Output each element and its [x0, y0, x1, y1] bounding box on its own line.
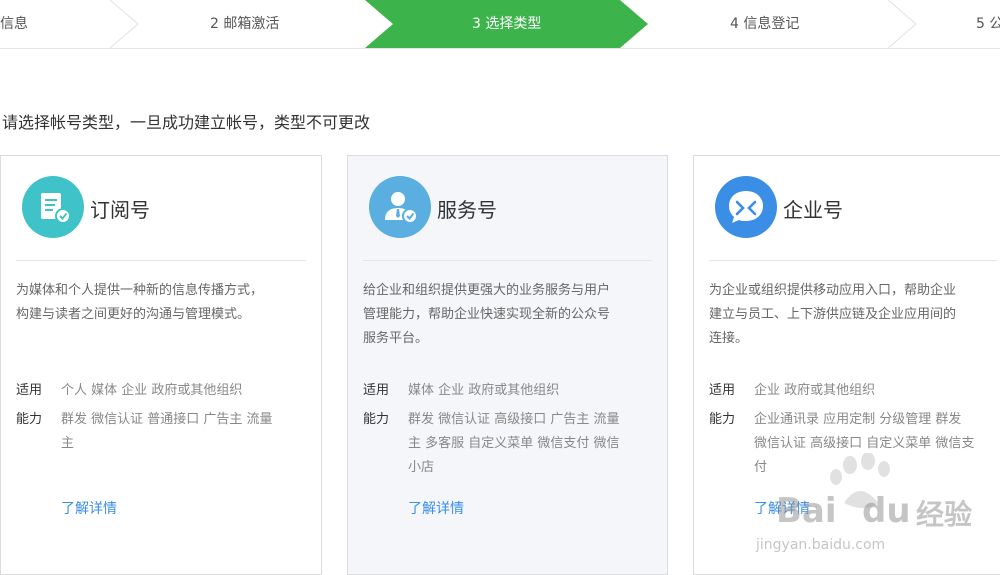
- card-description: 为企业或组织提供移动应用入口，帮助企业 建立与员工、上下游供应链及企业应用间的 …: [709, 279, 999, 351]
- step-1-info[interactable]: 信息: [0, 0, 28, 48]
- step-progress-bar: 信息 2 邮箱激活 3 选择类型 4 信息登记 5 公: [0, 0, 1000, 49]
- applicable-value: 个人 媒体 企业 政府或其他组织: [61, 383, 243, 398]
- description-line: 构建与读者之间更好的沟通与管理模式。: [16, 307, 251, 322]
- description-line: 服务平台。: [363, 331, 429, 346]
- ability-line: 主 多客服 自定义菜单 微信支付 微信: [408, 436, 620, 451]
- step-separator: [887, 0, 917, 48]
- watermark-brand-bai: Bai: [776, 491, 837, 531]
- card-title: 订阅号: [90, 198, 150, 222]
- ability-line: 群发 微信认证 普通接口 广告主 流量: [61, 412, 273, 427]
- description-line: 给企业和组织提供更强大的业务服务与用户: [363, 283, 611, 298]
- step-separator: [109, 0, 139, 48]
- step-3-select-type[interactable]: 3 选择类型: [472, 0, 541, 48]
- page-prompt: 请选择帐号类型，一旦成功建立帐号，类型不可更改: [2, 113, 371, 132]
- ability-label: 能力: [16, 412, 43, 427]
- ability-value: 群发 微信认证 高级接口 广告主 流量 主 多客服 自定义菜单 微信支付 微信 …: [408, 408, 653, 480]
- step-2-email-activation[interactable]: 2 邮箱激活: [210, 0, 279, 48]
- card-description: 给企业和组织提供更强大的业务服务与用户 管理能力，帮助企业快速实现全新的公众号 …: [363, 279, 653, 351]
- description-line: 为企业或组织提供移动应用入口，帮助企业: [709, 283, 957, 298]
- ability-line: 企业通讯录 应用定制 分级管理 群发: [754, 412, 962, 427]
- ability-line: 主: [61, 436, 75, 451]
- ability-label: 能力: [709, 412, 736, 427]
- card-divider: [16, 260, 306, 261]
- account-type-card-subscription[interactable]: 订阅号 为媒体和个人提供一种新的信息传播方式， 构建与读者之间更好的沟通与管理模…: [0, 155, 322, 575]
- account-type-card-service[interactable]: 服务号 给企业和组织提供更强大的业务服务与用户 管理能力，帮助企业快速实现全新的…: [347, 155, 668, 575]
- service-person-icon: [369, 176, 431, 238]
- step-4-info-registration[interactable]: 4 信息登记: [730, 0, 799, 48]
- description-line: 为媒体和个人提供一种新的信息传播方式，: [16, 283, 264, 298]
- enterprise-chat-icon: [715, 176, 777, 238]
- description-line: 建立与员工、上下游供应链及企业应用间的: [709, 307, 957, 322]
- baidu-jingyan-watermark: Bai du 经验 jingyan.baidu.com: [752, 453, 1000, 560]
- ability-line: 群发 微信认证 高级接口 广告主 流量: [408, 412, 620, 427]
- applicable-label: 适用: [363, 383, 390, 398]
- card-description: 为媒体和个人提供一种新的信息传播方式， 构建与读者之间更好的沟通与管理模式。: [16, 279, 306, 327]
- applicable-value: 媒体 企业 政府或其他组织: [408, 383, 560, 398]
- applicable-value: 企业 政府或其他组织: [754, 383, 876, 398]
- step-5-public[interactable]: 5 公: [976, 0, 1000, 48]
- card-divider: [709, 260, 997, 261]
- card-title: 服务号: [437, 198, 497, 222]
- watermark-url: jingyan.baidu.com: [756, 537, 886, 553]
- description-line: 连接。: [709, 331, 749, 346]
- watermark-brand-du: du: [862, 491, 911, 531]
- ability-value: 群发 微信认证 普通接口 广告主 流量 主: [61, 408, 306, 456]
- subscription-document-icon: [22, 176, 84, 238]
- card-title: 企业号: [783, 198, 843, 222]
- applicable-label: 适用: [709, 383, 736, 398]
- ability-label: 能力: [363, 412, 390, 427]
- applicable-label: 适用: [16, 383, 43, 398]
- ability-line: 小店: [408, 460, 435, 475]
- description-line: 管理能力，帮助企业快速实现全新的公众号: [363, 307, 611, 322]
- card-divider: [363, 260, 652, 261]
- learn-more-link[interactable]: 了解详情: [61, 498, 117, 518]
- watermark-brand-cn: 经验: [916, 498, 973, 531]
- learn-more-link[interactable]: 了解详情: [408, 498, 464, 518]
